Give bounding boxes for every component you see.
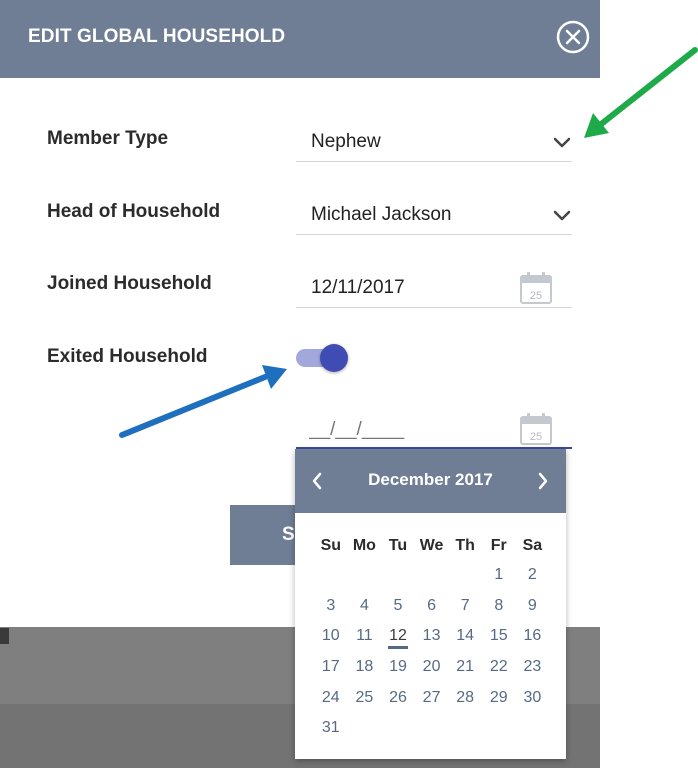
calendar-day[interactable]: 7 <box>448 597 482 628</box>
calendar-day[interactable]: 8 <box>482 597 516 628</box>
calendar-empty-cell <box>482 719 516 750</box>
calendar-empty-cell <box>415 719 449 750</box>
head-of-household-select[interactable]: Michael Jackson <box>296 197 572 235</box>
weekday-row: Su Mo Tu We Th Fr Sa <box>314 537 566 557</box>
chevron-down-icon <box>553 137 571 148</box>
calendar-day-text: 25 <box>530 431 542 443</box>
blue-arrow-icon <box>119 365 287 438</box>
close-circle-icon <box>556 20 590 54</box>
weekday-label: Su <box>320 537 342 554</box>
calendar-empty-cell <box>381 566 415 597</box>
calendar-day[interactable]: 27 <box>415 689 449 720</box>
calendar-day[interactable]: 6 <box>415 597 449 628</box>
calendar-empty-cell <box>448 719 482 750</box>
calendar-empty-cell <box>348 719 382 750</box>
calendar-day[interactable]: 31 <box>314 719 348 750</box>
calendar-day[interactable]: 11 <box>348 627 382 658</box>
head-of-household-label: Head of Household <box>47 201 221 222</box>
calendar-week-row: 17 18 19 20 21 22 23 <box>314 658 566 689</box>
calendar-day[interactable]: 25 <box>348 689 382 720</box>
head-of-household-value: Michael Jackson <box>311 204 452 225</box>
calendar-day[interactable]: 9 <box>516 597 550 628</box>
chevron-right-icon[interactable] <box>535 471 551 491</box>
calendar-empty-cell <box>516 719 550 750</box>
calendar-day[interactable]: 2 <box>516 566 550 597</box>
weekday-label: Th <box>455 537 475 554</box>
calendar-day[interactable]: 21 <box>448 658 482 689</box>
calendar-day[interactable]: 1 <box>482 566 516 597</box>
calendar-week-row: 12 <box>314 566 566 597</box>
calendar-day[interactable]: 15 <box>482 627 516 658</box>
exited-date-input[interactable] <box>309 416 509 444</box>
weekday-label: We <box>419 537 444 554</box>
datepicker-weeks: 1 2 3 4 5 6 7 8 9 10 11 12 13 14 15 16 17 18 19 20 21 22 23 24 2… <box>314 566 566 750</box>
member-type-select[interactable]: Nephew <box>296 124 572 162</box>
calendar-day[interactable]: 19 <box>381 658 415 689</box>
calendar-day[interactable]: 16 <box>516 627 550 658</box>
datepicker: December 2017 Su Mo Tu We Th Fr Sa 12345… <box>295 449 566 759</box>
footer-mark <box>0 628 9 644</box>
calendar-day[interactable]: 23 <box>516 658 550 689</box>
calendar-empty-cell <box>381 719 415 750</box>
calendar-day[interactable]: 5 <box>381 597 415 628</box>
calendar-day[interactable]: 22 <box>482 658 516 689</box>
calendar-icon[interactable]: 25 <box>518 270 554 306</box>
close-button[interactable] <box>555 19 591 55</box>
calendar-day[interactable]: 17 <box>314 658 348 689</box>
calendar-day[interactable]: 10 <box>314 627 348 658</box>
toggle-thumb <box>320 344 348 372</box>
calendar-day[interactable]: 20 <box>415 658 449 689</box>
calendar-day[interactable]: 28 <box>448 689 482 720</box>
calendar-week-row: 10 11 12 13 14 15 16 <box>314 627 566 658</box>
calendar-empty-cell <box>314 566 348 597</box>
joined-household-value: 12/11/2017 <box>311 277 405 298</box>
calendar-empty-cell <box>348 566 382 597</box>
calendar-day[interactable]: 18 <box>348 658 382 689</box>
member-type-label: Member Type <box>47 128 169 149</box>
dialog-header: EDIT GLOBAL HOUSEHOLD <box>0 0 600 78</box>
exited-household-label: Exited Household <box>47 346 208 367</box>
calendar-day[interactable]: 30 <box>516 689 550 720</box>
joined-household-field[interactable]: 12/11/2017 25 <box>296 270 572 308</box>
calendar-week-row: 3456789 <box>314 597 566 628</box>
calendar-empty-cell <box>448 566 482 597</box>
calendar-day[interactable]: 14 <box>448 627 482 658</box>
calendar-day[interactable]: 4 <box>348 597 382 628</box>
calendar-empty-cell <box>415 566 449 597</box>
calendar-day[interactable]: 13 <box>415 627 449 658</box>
calendar-day[interactable]: 12 <box>381 627 415 658</box>
calendar-week-row: 31 <box>314 719 566 750</box>
calendar-icon[interactable]: 25 <box>518 411 554 447</box>
weekday-label: Fr <box>490 537 507 554</box>
datepicker-grid: Su Mo Tu We Th Fr Sa 1 2 3 4 5 6 7 8 9 10 11 12 13 14… <box>314 537 566 750</box>
exited-household-date-field[interactable]: 25 <box>296 411 572 449</box>
exited-household-toggle[interactable] <box>296 344 352 372</box>
dialog-title: EDIT GLOBAL HOUSEHOLD <box>28 26 286 47</box>
calendar-day[interactable]: 24 <box>314 689 348 720</box>
calendar-day[interactable]: 26 <box>381 689 415 720</box>
calendar-day[interactable]: 3 <box>314 597 348 628</box>
joined-household-label: Joined Household <box>47 273 212 294</box>
calendar-day-text: 25 <box>530 290 542 302</box>
green-arrow-icon <box>584 47 698 138</box>
datepicker-month-title: December 2017 <box>368 470 493 489</box>
calendar-day[interactable]: 29 <box>482 689 516 720</box>
weekday-label: Mo <box>352 537 376 554</box>
chevron-down-icon <box>553 210 571 221</box>
weekday-label: Tu <box>388 537 408 554</box>
member-type-value: Nephew <box>311 131 381 152</box>
datepicker-header: December 2017 <box>295 449 566 513</box>
calendar-week-row: 24 25 26 27 28 29 30 <box>314 689 566 720</box>
weekday-label: Sa <box>522 537 543 554</box>
